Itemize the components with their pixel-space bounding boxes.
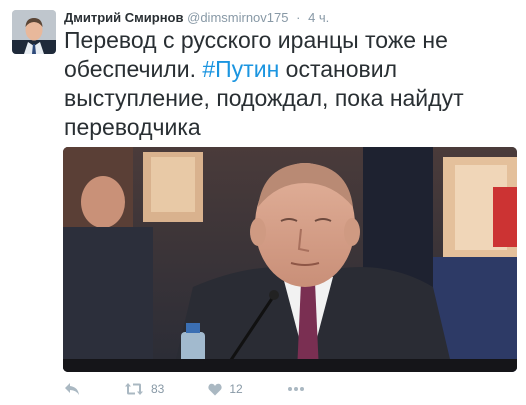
tweet-text: Перевод с русского иранцы тоже не обеспе… <box>64 26 516 142</box>
like-count: 12 <box>229 382 243 396</box>
tweet-header: Дмитрий Смирнов @dimsmirnov175 · 4 ч. <box>64 9 329 27</box>
tweet-media-photo[interactable] <box>63 147 517 372</box>
retweet-button[interactable]: 83 <box>124 382 164 396</box>
more-icon <box>287 387 304 391</box>
more-button[interactable] <box>287 386 305 392</box>
author-name[interactable]: Дмитрий Смирнов <box>64 10 184 25</box>
reply-icon <box>65 383 79 395</box>
tweet-actions: 83 12 <box>64 378 349 400</box>
like-button[interactable]: 12 <box>208 382 243 396</box>
avatar-image <box>12 10 56 54</box>
hashtag-link[interactable]: #Путин <box>202 56 279 82</box>
retweet-count: 83 <box>151 382 165 396</box>
avatar[interactable] <box>12 10 56 54</box>
reply-button[interactable] <box>64 382 80 396</box>
header-separator: · <box>296 10 301 25</box>
photo-image <box>63 147 517 372</box>
author-handle[interactable]: @dimsmirnov175 <box>187 10 288 25</box>
heart-icon <box>208 383 222 395</box>
timestamp[interactable]: 4 ч. <box>308 10 329 25</box>
retweet-icon <box>125 383 143 395</box>
